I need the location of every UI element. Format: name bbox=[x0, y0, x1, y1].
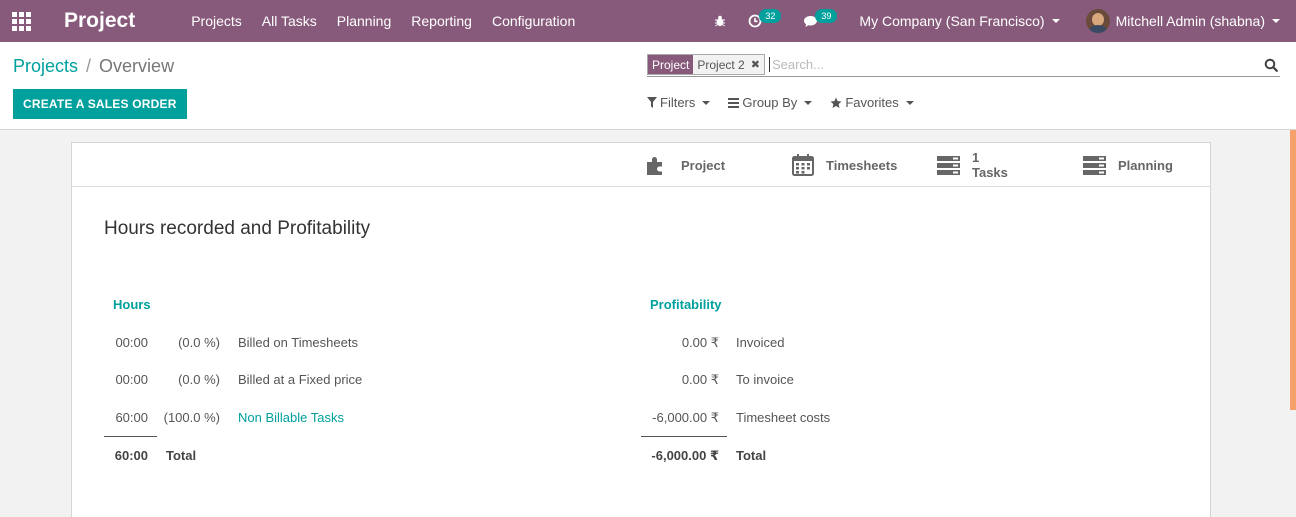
activity-clock-icon[interactable]: 32 bbox=[748, 9, 782, 28]
profit-total-label: Total bbox=[736, 448, 767, 463]
hours-row-pct: (0.0 %) bbox=[178, 335, 220, 350]
profit-row-label: Timesheet costs bbox=[736, 410, 831, 425]
chevron-down-icon bbox=[702, 100, 711, 105]
group-by-label: Group By bbox=[742, 95, 798, 110]
tasks-icon bbox=[937, 155, 960, 175]
profit-row-amount: -6,000.00 ₹ bbox=[652, 410, 719, 425]
project-smart-label: Project bbox=[681, 157, 726, 173]
hours-row-time: 60:00 bbox=[115, 410, 148, 425]
group-by-dropdown[interactable]: Group By bbox=[728, 95, 813, 110]
top-navbar: Project Projects All Tasks Planning Repo… bbox=[0, 0, 1296, 42]
calendar-icon bbox=[792, 154, 814, 176]
chevron-down-icon bbox=[1051, 19, 1060, 23]
chevron-down-icon bbox=[1272, 19, 1280, 23]
breadcrumb-projects-link[interactable]: Projects bbox=[13, 56, 78, 77]
favorites-dropdown[interactable]: Favorites bbox=[830, 95, 914, 110]
tasks-smart-button[interactable]: 1 Tasks bbox=[937, 143, 1008, 187]
hours-row-time: 00:00 bbox=[115, 372, 148, 387]
timesheets-smart-label: Timesheets bbox=[826, 157, 898, 173]
facet-value-label: Project 2 bbox=[697, 57, 745, 72]
filters-label: Filters bbox=[660, 95, 696, 110]
hours-total-value: 60:00 bbox=[114, 448, 148, 463]
menu-reporting[interactable]: Reporting bbox=[411, 13, 472, 29]
filters-dropdown[interactable]: Filters bbox=[647, 95, 711, 110]
smart-button-box: Project Timesheets 1 Tasks Planning bbox=[72, 143, 1210, 187]
debug-bug-icon[interactable] bbox=[714, 15, 726, 27]
section-title: Hours recorded and Profitability bbox=[104, 218, 371, 239]
non-billable-tasks-link[interactable]: Non Billable Tasks bbox=[238, 410, 344, 425]
chevron-down-icon bbox=[804, 100, 813, 105]
timesheets-smart-button[interactable]: Timesheets bbox=[792, 143, 897, 187]
avatar bbox=[1085, 9, 1110, 33]
create-sales-order-button[interactable]: CREATE A SALES ORDER bbox=[13, 89, 187, 119]
messages-chat-icon[interactable]: 39 bbox=[803, 9, 838, 28]
puzzle-icon bbox=[647, 157, 662, 175]
app-title: Project bbox=[64, 9, 136, 32]
user-menu[interactable]: Mitchell Admin (shabna) bbox=[1085, 9, 1280, 33]
close-icon[interactable]: ✖ bbox=[751, 58, 760, 71]
menu-configuration[interactable]: Configuration bbox=[492, 13, 575, 29]
profit-total-divider bbox=[641, 436, 727, 437]
control-panel: Projects / Overview CREATE A SALES ORDER… bbox=[0, 42, 1296, 130]
facet-category: Project bbox=[648, 55, 694, 74]
hours-total-label: Total bbox=[166, 448, 197, 463]
menu-projects[interactable]: Projects bbox=[191, 13, 242, 29]
tasks-smart-label: Tasks bbox=[972, 165, 1008, 180]
activity-count-badge: 32 bbox=[759, 9, 782, 23]
hours-row-label: Billed on Timesheets bbox=[238, 335, 358, 350]
search-input[interactable] bbox=[768, 57, 1262, 72]
bars-icon bbox=[728, 97, 740, 108]
messages-count-badge: 39 bbox=[815, 9, 838, 23]
planning-smart-label: Planning bbox=[1118, 157, 1173, 173]
company-name: My Company (San Francisco) bbox=[859, 13, 1045, 29]
overview-sheet: Project Timesheets 1 Tasks Planning Hour… bbox=[71, 142, 1211, 517]
menu-all-tasks[interactable]: All Tasks bbox=[262, 13, 317, 29]
profit-row-amount: 0.00 ₹ bbox=[681, 372, 719, 387]
profit-row-label: To invoice bbox=[736, 372, 794, 387]
profit-total-value: -6,000.00 ₹ bbox=[651, 448, 719, 463]
hours-row-pct: (0.0 %) bbox=[178, 372, 220, 387]
search-facet: Project Project 2 ✖ bbox=[647, 54, 765, 75]
search-icon[interactable] bbox=[1262, 56, 1280, 74]
hours-total-divider bbox=[104, 436, 157, 437]
planning-icon bbox=[1083, 155, 1106, 175]
company-switcher[interactable]: My Company (San Francisco) bbox=[859, 13, 1060, 29]
hours-row-label: Billed at a Fixed price bbox=[238, 372, 363, 387]
tasks-smart-text: 1 Tasks bbox=[972, 150, 1008, 180]
project-smart-button[interactable]: Project bbox=[647, 143, 725, 187]
profit-row-label: Invoiced bbox=[736, 335, 785, 350]
hours-header: Hours bbox=[113, 297, 151, 312]
favorites-label: Favorites bbox=[845, 95, 899, 110]
chevron-down-icon bbox=[905, 100, 914, 105]
filter-icon bbox=[647, 97, 657, 108]
hours-row-pct: (100.0 %) bbox=[163, 410, 220, 425]
search-options: Filters Group By Favorites bbox=[647, 95, 932, 110]
menu-planning[interactable]: Planning bbox=[337, 13, 392, 29]
planning-smart-button[interactable]: Planning bbox=[1083, 143, 1173, 187]
profitability-header: Profitability bbox=[650, 297, 722, 312]
breadcrumb-current: Overview bbox=[99, 56, 175, 76]
search-bar: Project Project 2 ✖ bbox=[647, 53, 1280, 77]
facet-value: Project 2 ✖ bbox=[693, 55, 764, 74]
profit-row-amount: 0.00 ₹ bbox=[681, 335, 719, 350]
tasks-count: 1 bbox=[972, 150, 980, 165]
star-icon bbox=[830, 97, 842, 108]
breadcrumb: Projects / Overview bbox=[13, 56, 174, 77]
navbar-systray: 32 39 My Company (San Francisco) Mitchel… bbox=[714, 0, 1296, 42]
apps-menu-icon[interactable] bbox=[0, 0, 42, 42]
scrollbar[interactable] bbox=[1290, 130, 1296, 410]
user-name: Mitchell Admin (shabna) bbox=[1115, 13, 1265, 29]
breadcrumb-separator: / bbox=[86, 56, 92, 76]
hours-row-time: 00:00 bbox=[115, 335, 148, 350]
